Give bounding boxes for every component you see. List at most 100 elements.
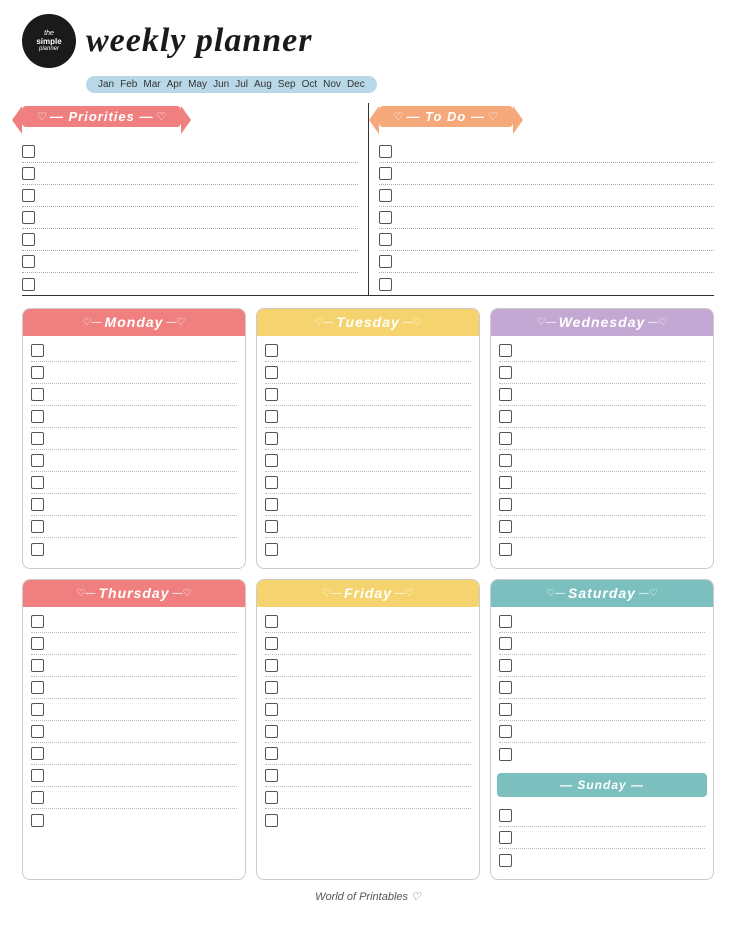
day-check-row[interactable] <box>265 516 471 538</box>
checkbox[interactable] <box>265 344 278 357</box>
checkbox[interactable] <box>265 747 278 760</box>
day-check-row[interactable] <box>265 765 471 787</box>
day-check-row[interactable] <box>31 787 237 809</box>
checkbox[interactable] <box>499 454 512 467</box>
day-check-row[interactable] <box>31 721 237 743</box>
check-row[interactable] <box>379 141 715 163</box>
day-check-row[interactable] <box>499 633 705 655</box>
checkbox[interactable] <box>265 681 278 694</box>
day-check-row[interactable] <box>31 340 237 362</box>
check-row[interactable] <box>379 273 715 295</box>
checkbox[interactable] <box>265 814 278 827</box>
day-check-row[interactable] <box>265 611 471 633</box>
day-check-row[interactable] <box>499 516 705 538</box>
checkbox[interactable] <box>31 520 44 533</box>
check-row[interactable] <box>379 185 715 207</box>
checkbox[interactable] <box>31 637 44 650</box>
sunday-check-row[interactable] <box>499 827 705 849</box>
check-row[interactable] <box>379 251 715 273</box>
checkbox[interactable] <box>265 615 278 628</box>
day-check-row[interactable] <box>499 538 705 560</box>
checkbox[interactable] <box>499 681 512 694</box>
checkbox[interactable] <box>499 809 512 822</box>
day-check-row[interactable] <box>265 340 471 362</box>
day-check-row[interactable] <box>499 721 705 743</box>
checkbox[interactable] <box>499 498 512 511</box>
day-check-row[interactable] <box>31 516 237 538</box>
checkbox[interactable] <box>499 703 512 716</box>
checkbox[interactable] <box>499 366 512 379</box>
check-row[interactable] <box>379 163 715 185</box>
checkbox[interactable] <box>31 791 44 804</box>
checkbox[interactable] <box>22 255 35 268</box>
checkbox[interactable] <box>379 211 392 224</box>
checkbox[interactable] <box>31 432 44 445</box>
checkbox[interactable] <box>31 388 44 401</box>
day-check-row[interactable] <box>265 787 471 809</box>
checkbox[interactable] <box>31 681 44 694</box>
day-check-row[interactable] <box>265 655 471 677</box>
day-check-row[interactable] <box>499 362 705 384</box>
checkbox[interactable] <box>499 659 512 672</box>
checkbox[interactable] <box>379 189 392 202</box>
check-row[interactable] <box>22 251 358 273</box>
checkbox[interactable] <box>499 637 512 650</box>
checkbox[interactable] <box>499 854 512 867</box>
sunday-check-row[interactable] <box>499 805 705 827</box>
checkbox[interactable] <box>499 748 512 761</box>
day-check-row[interactable] <box>31 699 237 721</box>
day-check-row[interactable] <box>31 384 237 406</box>
checkbox[interactable] <box>31 747 44 760</box>
day-check-row[interactable] <box>31 633 237 655</box>
checkbox[interactable] <box>31 344 44 357</box>
day-check-row[interactable] <box>499 494 705 516</box>
checkbox[interactable] <box>31 615 44 628</box>
day-check-row[interactable] <box>31 494 237 516</box>
checkbox[interactable] <box>265 769 278 782</box>
checkbox[interactable] <box>22 167 35 180</box>
day-check-row[interactable] <box>31 677 237 699</box>
day-check-row[interactable] <box>265 721 471 743</box>
checkbox[interactable] <box>499 615 512 628</box>
check-row[interactable] <box>379 229 715 251</box>
checkbox[interactable] <box>265 725 278 738</box>
checkbox[interactable] <box>499 725 512 738</box>
day-check-row[interactable] <box>265 538 471 560</box>
checkbox[interactable] <box>265 543 278 556</box>
day-check-row[interactable] <box>31 743 237 765</box>
day-check-row[interactable] <box>499 655 705 677</box>
checkbox[interactable] <box>265 498 278 511</box>
checkbox[interactable] <box>31 814 44 827</box>
check-row[interactable] <box>379 207 715 229</box>
day-check-row[interactable] <box>31 538 237 560</box>
checkbox[interactable] <box>379 278 392 291</box>
checkbox[interactable] <box>265 366 278 379</box>
checkbox[interactable] <box>22 189 35 202</box>
checkbox[interactable] <box>265 454 278 467</box>
checkbox[interactable] <box>379 233 392 246</box>
day-check-row[interactable] <box>31 611 237 633</box>
checkbox[interactable] <box>31 543 44 556</box>
checkbox[interactable] <box>499 543 512 556</box>
checkbox[interactable] <box>499 831 512 844</box>
day-check-row[interactable] <box>499 611 705 633</box>
checkbox[interactable] <box>379 167 392 180</box>
checkbox[interactable] <box>265 432 278 445</box>
day-check-row[interactable] <box>265 362 471 384</box>
day-check-row[interactable] <box>265 809 471 831</box>
checkbox[interactable] <box>31 476 44 489</box>
day-check-row[interactable] <box>265 677 471 699</box>
day-check-row[interactable] <box>499 450 705 472</box>
checkbox[interactable] <box>22 278 35 291</box>
day-check-row[interactable] <box>31 655 237 677</box>
day-check-row[interactable] <box>499 428 705 450</box>
checkbox[interactable] <box>31 410 44 423</box>
day-check-row[interactable] <box>265 384 471 406</box>
checkbox[interactable] <box>31 454 44 467</box>
checkbox[interactable] <box>379 145 392 158</box>
checkbox[interactable] <box>31 659 44 672</box>
checkbox[interactable] <box>379 255 392 268</box>
sunday-check-row[interactable] <box>499 849 705 871</box>
day-check-row[interactable] <box>499 406 705 428</box>
day-check-row[interactable] <box>265 494 471 516</box>
